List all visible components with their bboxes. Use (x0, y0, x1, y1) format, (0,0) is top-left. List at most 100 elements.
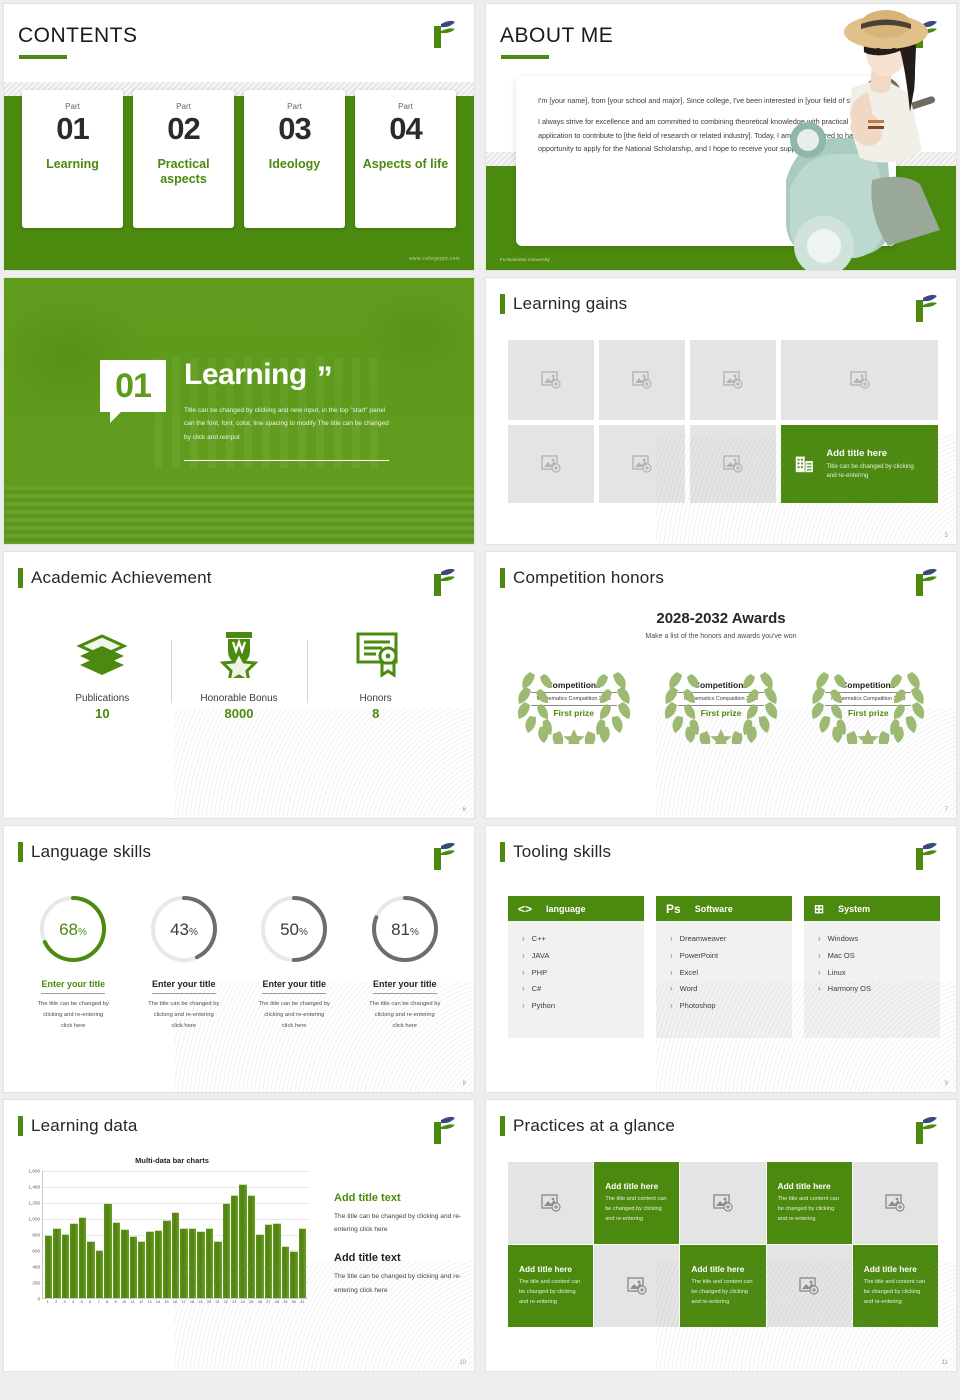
list-item[interactable]: Excel (670, 965, 792, 982)
slide-learning-gains[interactable]: Learning gains Add title here Title can … (485, 277, 957, 545)
stat-honors[interactable]: Honors 8 (307, 630, 444, 721)
list-item[interactable]: Python (522, 998, 644, 1015)
list-item[interactable]: Photoshop (670, 998, 792, 1015)
awards-subtitle: Make a list of the honors and awards you… (645, 633, 797, 640)
practice-text-cell[interactable]: Add title here The title and content can … (508, 1245, 594, 1327)
slide-competition-honors[interactable]: Competition honors 2028-2032 Awards Make… (485, 551, 957, 819)
x-tick-label: 2 (55, 1300, 58, 1304)
side-body-2: The title can be changed by clicking and… (334, 1273, 462, 1294)
title-accent-bar (18, 1116, 23, 1136)
bar (45, 1235, 53, 1298)
slide-language-skills[interactable]: Language skills 68% Enter your title The… (3, 825, 475, 1093)
image-placeholder-tile[interactable] (781, 340, 938, 420)
chart-side-copy: Add title text The title can be changed … (334, 1192, 464, 1313)
stat-value: 8 (372, 706, 380, 721)
practice-text-cell[interactable]: Add title here The title and content can … (680, 1245, 766, 1327)
svg-text:68%: 68% (59, 920, 87, 939)
list-item[interactable]: Mac OS (818, 948, 940, 965)
tool-card-software[interactable]: Ps Software Dreamweaver PowerPoint Excel… (656, 896, 792, 1038)
part-label: Part (398, 102, 413, 111)
list-item[interactable]: Word (670, 981, 792, 998)
section-header: Tooling skills (486, 826, 956, 862)
slide-practices-at-a-glance[interactable]: Practices at a glance Add title here The … (485, 1099, 957, 1372)
section-header: Practices at a glance (486, 1100, 956, 1136)
part-name: Aspects of life (362, 156, 449, 171)
award-wreath[interactable]: Competitions Mathematics Compatition 202… (655, 654, 787, 744)
tool-card-header: Ps Software (656, 896, 792, 921)
skill-ring-4[interactable]: 81% Enter your title The title can be ch… (350, 892, 461, 1032)
part-number: 02 (167, 111, 200, 146)
list-item[interactable]: JAVA (522, 948, 644, 965)
slide-contents[interactable]: CONTENTS Part 01 Learning Part 02 Practi… (3, 3, 475, 271)
leaf-f-logo (916, 842, 937, 870)
chart-x-axis: 1 2 3 4 5 6 7 8 9 10 11 12 13 14 15 16 17 18 19 20 21 22 23 24 2… (42, 1299, 308, 1304)
award-wreath[interactable]: Competitions Mathematics Compatition 202… (802, 654, 934, 744)
list-item[interactable]: C++ (522, 931, 644, 948)
list-item[interactable]: PowerPoint (670, 948, 792, 965)
slide-about-me[interactable]: ABOUT ME I'm [your name], from [your sch… (485, 3, 957, 271)
x-tick-label: 19 (198, 1300, 203, 1304)
slide-tooling-skills[interactable]: Tooling skills <> language C++ JAVA PHP … (485, 825, 957, 1093)
skill-ring-2[interactable]: 43% Enter your title The title can be ch… (129, 892, 240, 1032)
award-wreath[interactable]: Competitions Mathematics Compatition 202… (508, 654, 640, 744)
slide-section-divider-learning[interactable]: 01 Learning ” Title can be changed by cl… (3, 277, 475, 545)
list-item[interactable]: C# (522, 981, 644, 998)
practice-text-cell[interactable]: Add title here The title and content can … (766, 1162, 852, 1244)
part-card[interactable]: Part 03 Ideology (244, 90, 345, 228)
bar-chart[interactable]: Multi-data bar charts 0 200 400 600 800 1,000… (18, 1156, 308, 1304)
avatar-photo (785, 10, 940, 270)
image-placeholder-tile[interactable] (690, 340, 776, 420)
list-item[interactable]: Harmony OS (818, 981, 940, 998)
list-item[interactable]: Linux (818, 965, 940, 982)
y-tick-label: 1,400 (28, 1184, 41, 1190)
x-tick-label: 17 (181, 1300, 186, 1304)
page-number: 9 (944, 1081, 948, 1087)
bar (121, 1228, 129, 1298)
part-label: Part (287, 102, 302, 111)
image-placeholder-tile[interactable] (599, 340, 685, 420)
slide-learning-data[interactable]: Learning data Multi-data bar charts 0 200… (3, 1099, 475, 1372)
ring-desc: The title can be changed by clicking and… (258, 1001, 330, 1029)
tool-card-system[interactable]: ⊞ System Windows Mac OS Linux Harmony OS (804, 896, 940, 1038)
part-number: 03 (278, 111, 311, 146)
part-name: Practical aspects (157, 156, 210, 187)
quote-mark-icon: ” (316, 360, 333, 396)
practice-text-cell[interactable]: Add title here The title and content can … (852, 1245, 938, 1327)
practice-image-cell[interactable] (680, 1162, 766, 1244)
bar (180, 1228, 188, 1298)
image-placeholder-tile[interactable] (599, 425, 685, 503)
title-accent-bar (500, 1116, 505, 1136)
image-placeholder-tile[interactable] (690, 425, 776, 503)
bar (112, 1221, 121, 1298)
wreath-row: Competitions Mathematics Compatition 202… (486, 654, 956, 744)
skill-ring-1[interactable]: 68% Enter your title The title can be ch… (18, 892, 129, 1032)
practice-image-cell[interactable] (594, 1245, 680, 1327)
gains-highlight-tile[interactable]: Add title here Title can be changed by c… (781, 425, 938, 503)
medal-icon (219, 632, 259, 685)
stat-publications[interactable]: Publications 10 (34, 630, 171, 721)
slide-academic-achievement[interactable]: Academic Achievement Publications 10 Hon… (3, 551, 475, 819)
practice-text-cell[interactable]: Add title here The title and content can … (594, 1162, 680, 1244)
image-placeholder-tile[interactable] (508, 425, 594, 503)
part-card[interactable]: Part 01 Learning (22, 90, 123, 228)
bar (70, 1223, 78, 1298)
part-card[interactable]: Part 02 Practical aspects (133, 90, 234, 228)
stat-honorable-bonus[interactable]: Honorable Bonus 8000 (170, 630, 308, 721)
image-placeholder-icon (541, 455, 561, 473)
bar (281, 1246, 290, 1298)
part-card[interactable]: Part 04 Aspects of life (355, 90, 456, 228)
practice-image-cell[interactable] (852, 1162, 938, 1244)
list-item[interactable]: Windows (818, 931, 940, 948)
practice-image-cell[interactable] (766, 1245, 852, 1327)
image-placeholder-icon (540, 1194, 561, 1212)
x-tick-label: 18 (189, 1300, 195, 1304)
tool-card-language[interactable]: <> language C++ JAVA PHP C# Python (508, 896, 644, 1038)
practice-image-cell[interactable] (508, 1162, 594, 1244)
image-placeholder-tile[interactable] (508, 340, 594, 420)
list-item[interactable]: Dreamweaver (670, 931, 792, 948)
list-item[interactable]: PHP (522, 965, 644, 982)
bar (222, 1202, 230, 1298)
campus-steps (4, 486, 474, 544)
skill-ring-3[interactable]: 50% Enter your title The title can be ch… (239, 892, 350, 1032)
practice-heading: Add title here (777, 1181, 831, 1192)
